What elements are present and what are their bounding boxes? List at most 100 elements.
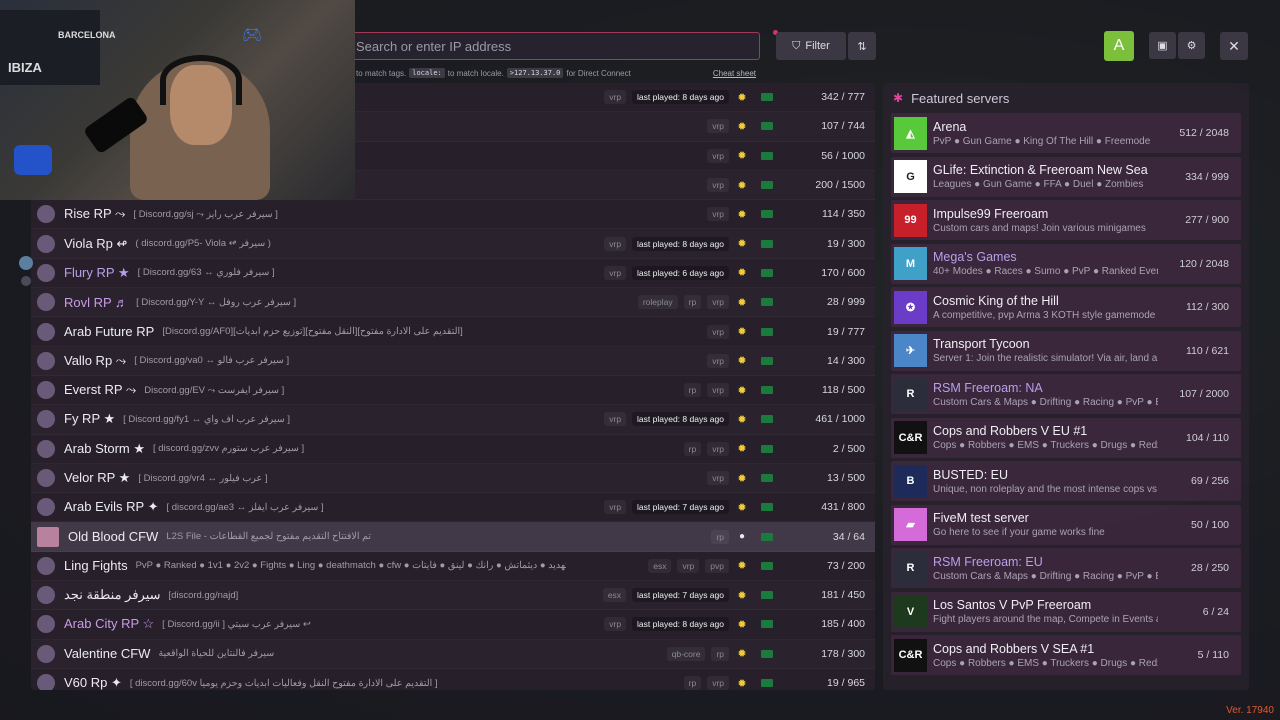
server-row[interactable]: Ling Fights PvP ● Ranked ● 1v1 ● 2v2 ● Fi…: [31, 552, 875, 581]
server-tag[interactable]: vrp: [707, 353, 729, 368]
account-button[interactable]: A: [1104, 31, 1134, 61]
gear-icon: ⚙: [1186, 40, 1197, 52]
featured-server-logo: B: [894, 464, 927, 498]
server-row[interactable]: سيرفر منطقة نجد [discord.gg/najd] esx last …: [31, 581, 875, 610]
featured-server-item[interactable]: B BUSTED: EU Unique, non roleplay and the …: [891, 461, 1241, 501]
server-tag[interactable]: vrp: [604, 265, 627, 280]
server-row[interactable]: Velor RP ★ [ Discord.gg/vr4 ↔ عرب فيلور ]…: [31, 464, 875, 493]
server-tag[interactable]: vrp: [604, 500, 627, 515]
featured-server-item[interactable]: ◭ Arena PvP ● Gun Game ● King Of The Hill …: [891, 113, 1241, 153]
server-row[interactable]: Rovl RP ♬ [ Discord.gg/Y-Y ↔ سيرفر عرب رو…: [31, 288, 875, 317]
server-meta: vrp ✹ 200 / 1500: [707, 171, 865, 199]
close-button[interactable]: ✕: [1220, 32, 1248, 60]
server-description: سيرفر فالنتاين للحياة الواقعية: [158, 648, 275, 660]
search-input[interactable]: [301, 33, 759, 59]
featured-server-item[interactable]: ✈ Transport Tycoon Server 1: Join the real…: [891, 330, 1241, 371]
server-meta: vrp ✹ 19 / 777: [707, 317, 865, 345]
featured-server-item[interactable]: ✪ Cosmic King of the Hill A competitive, p…: [891, 287, 1241, 327]
featured-server-item[interactable]: M Mega's Games 40+ Modes ● Races ● Sumo ● …: [891, 243, 1241, 284]
server-row[interactable]: Everst RP ⤳ Discord.gg/EV ⤳ سيرفر ايفرست …: [31, 376, 875, 405]
server-name: Rise RP ⤳: [64, 206, 126, 222]
server-tag[interactable]: rp: [683, 676, 702, 690]
server-tag[interactable]: vrp: [677, 558, 700, 573]
server-row[interactable]: Vallo Rp ⤳ [ Discord.gg/va0 ↔ سيرفر عرب ف…: [31, 347, 875, 376]
server-tag[interactable]: vrp: [707, 178, 729, 193]
server-tag[interactable]: vrp: [707, 324, 729, 339]
featured-server-title: Cops and Robbers V SEA #1: [933, 641, 1095, 656]
server-tag[interactable]: vrp: [707, 676, 729, 690]
server-tag[interactable]: esx: [648, 558, 672, 573]
server-row[interactable]: Arab Storm ★ [ discord.gg/zvv سيرفر عرب س…: [31, 435, 875, 464]
featured-server-item[interactable]: C&R Cops and Robbers V SEA #1 Cops ● Robbe…: [891, 635, 1241, 675]
cheat-sheet-link[interactable]: Cheat sheet: [713, 69, 756, 78]
server-row[interactable]: Flury RP ★ [ Discord.gg/63 ↔ سيرفر فلوري …: [31, 259, 875, 288]
featured-server-item[interactable]: R RSM Freeroam: EU Custom Cars & Maps ● Dr…: [891, 548, 1241, 588]
server-row[interactable]: Arab Future RP [Discord.gg/AF0][توزيع حزم…: [31, 317, 875, 346]
locale-flag-icon: [761, 298, 773, 307]
server-tag[interactable]: vrp: [604, 90, 627, 105]
locale-flag-icon: [761, 386, 773, 395]
sun-icon: ✹: [737, 179, 747, 192]
chat-icon[interactable]: [21, 276, 31, 286]
server-tag[interactable]: vrp: [707, 441, 729, 456]
server-meta: vrp ✹ 56 / 1000: [707, 142, 865, 170]
sun-icon: ✹: [737, 560, 747, 573]
server-row[interactable]: Rise RP ⤳ [ Discord.gg/sj ⤳ سيرفر عرب راي…: [31, 200, 875, 229]
server-tag[interactable]: vrp: [707, 383, 729, 398]
server-tag[interactable]: rp: [683, 383, 702, 398]
server-tag[interactable]: esx: [602, 588, 627, 603]
sun-icon: ✹: [737, 384, 747, 397]
server-tag[interactable]: pvp: [705, 558, 729, 573]
server-tag[interactable]: rp: [683, 441, 702, 456]
filter-button[interactable]: ⛉ Filter: [776, 32, 846, 60]
player-count: 56 / 1000: [821, 149, 865, 162]
featured-player-count: 334 / 999: [1185, 170, 1229, 183]
replay-editor-button[interactable]: ▣: [1149, 32, 1176, 59]
server-row[interactable]: Arab City RP ☆ [ Discord.gg/ii ] سيرفر عر…: [31, 610, 875, 639]
featured-server-title: Impulse99 Freeroam: [933, 206, 1049, 221]
player-count: 170 / 600: [821, 266, 865, 279]
locale-flag-icon: [761, 649, 773, 658]
featured-server-item[interactable]: 99 Impulse99 Freeroam Custom cars and maps…: [891, 200, 1241, 240]
server-tag[interactable]: vrp: [707, 471, 729, 485]
featured-server-item[interactable]: ▰ FiveM test server Go here to see if your…: [891, 504, 1241, 545]
server-tag[interactable]: vrp: [707, 119, 729, 134]
server-tag[interactable]: vrp: [707, 148, 729, 163]
server-row[interactable]: Valentine CFW سيرفر فالنتاين للحياة الواق…: [31, 640, 875, 669]
server-tag[interactable]: vrp: [707, 207, 729, 222]
server-meta: qb-core rp ✹ 178 / 300: [666, 640, 865, 668]
server-tag[interactable]: vrp: [604, 412, 627, 427]
server-tag[interactable]: vrp: [604, 617, 627, 632]
server-row[interactable]: Fy RP ★ [ Discord.gg/fy1 ↔ سيرفر عرب اف و…: [31, 405, 875, 434]
server-icon: [37, 556, 55, 575]
last-played-badge: last played: 8 days ago: [632, 617, 729, 632]
server-row[interactable]: Old Blood CFW L2S File - تم الافتتاح التق…: [31, 522, 875, 552]
server-row[interactable]: Viola Rp ↫ ( discord.gg/P5- Viola ↫ سيرفر…: [31, 229, 875, 258]
featured-server-item[interactable]: V Los Santos V PvP Freeroam Fight players …: [891, 591, 1241, 632]
featured-server-text: GLife: Extinction & Freeroam New Sea Leag…: [933, 163, 1158, 190]
featured-server-item[interactable]: C&R Cops and Robbers V EU #1 Cops ● Robber…: [891, 417, 1241, 458]
server-meta: vrp last played: 8 days ago ✹ 461 / 1000: [604, 405, 865, 433]
featured-server-item[interactable]: G GLife: Extinction & Freeroam New Sea Lea…: [891, 156, 1241, 197]
search-field[interactable]: [300, 32, 760, 60]
server-tag[interactable]: roleplay: [637, 295, 678, 310]
server-name: Viola Rp ↫: [64, 235, 128, 251]
server-meta: vrp last played: 7 days ago ✹ 431 / 800: [604, 493, 865, 521]
server-row[interactable]: Arab Evils RP ✦ [ discord.gg/ae3 ↔ سيرفر …: [31, 493, 875, 522]
server-tag[interactable]: vrp: [604, 236, 627, 251]
server-row[interactable]: V60 Rp ✦ [ discord.gg/60v التقديم على الا…: [31, 669, 875, 690]
featured-server-item[interactable]: R RSM Freeroam: NA Custom Cars & Maps ● Dr…: [891, 374, 1241, 414]
player-count: 181 / 450: [821, 589, 865, 602]
globe-icon[interactable]: [19, 256, 33, 270]
server-tag[interactable]: qb-core: [666, 646, 706, 661]
sort-button[interactable]: ⇅: [848, 32, 876, 60]
server-tag[interactable]: rp: [711, 529, 729, 544]
featured-player-count: 277 / 900: [1185, 214, 1229, 226]
settings-button[interactable]: ⚙: [1178, 32, 1205, 59]
server-tag[interactable]: rp: [711, 646, 729, 661]
server-description: [discord.gg/najd]: [168, 589, 239, 601]
server-description: PvP ● Ranked ● 1v1 ● 2v2 ● Fights ● Ling…: [135, 560, 566, 572]
player-count: 342 / 777: [821, 91, 865, 104]
server-tag[interactable]: vrp: [707, 295, 729, 310]
server-tag[interactable]: rp: [683, 295, 702, 310]
